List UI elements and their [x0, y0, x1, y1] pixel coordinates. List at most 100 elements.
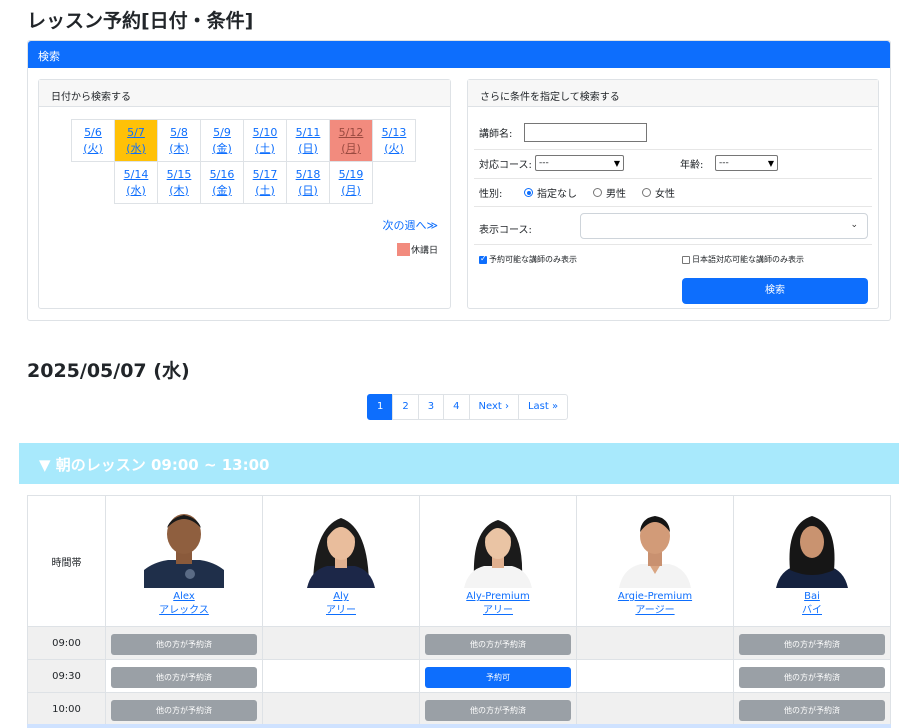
- teacher-photo-argie-premium[interactable]: [615, 508, 695, 588]
- calendar-day-weekday: (木): [169, 183, 189, 197]
- calendar-day-cell[interactable]: 5/14 (水): [114, 161, 158, 204]
- calendar-day-cell[interactable]: 5/16 (金): [200, 161, 244, 204]
- page-link-3[interactable]: 3: [417, 394, 445, 420]
- only-available-checkbox[interactable]: 予約可能な講師のみ表示: [479, 254, 577, 265]
- calendar-day-cell[interactable]: 5/10 (土): [243, 119, 287, 162]
- divider: [474, 149, 872, 150]
- display-course-label: 表示コース:: [479, 225, 532, 236]
- page-link-2[interactable]: 2: [392, 394, 419, 420]
- chevron-down-icon: ⌄: [850, 220, 858, 230]
- calendar-day-link[interactable]: 5/11 (日): [296, 125, 321, 157]
- calendar-day-link[interactable]: 5/18 (日): [296, 167, 321, 199]
- calendar-day-link[interactable]: 5/13 (火): [382, 125, 407, 157]
- teacher-name-link[interactable]: Bai: [734, 590, 890, 604]
- teacher-name-link[interactable]: Aly: [263, 590, 419, 604]
- page-next-link[interactable]: Next ›: [468, 394, 519, 420]
- chevron-down-icon: ▼: [767, 158, 774, 168]
- teacher-kana-link[interactable]: アリー: [420, 604, 576, 618]
- next-row-strip: [27, 724, 891, 728]
- search-card: 検索 日付から検索する 5/6 (火) 5/7 (水) 5/8 (木) 5/9 (金) 5/10…: [27, 40, 891, 321]
- divider: [474, 178, 872, 179]
- time-slot-label: 09:00: [27, 626, 106, 660]
- display-course-select[interactable]: ⌄: [580, 213, 868, 239]
- radio-icon[interactable]: [593, 188, 602, 197]
- reserve-slot-button[interactable]: 予約可: [425, 666, 571, 688]
- page-link-1[interactable]: 1: [367, 394, 394, 420]
- morning-session-banner[interactable]: ▼ 朝のレッスン 09:00 ~ 13:00: [19, 443, 899, 484]
- teacher-name-input[interactable]: [524, 123, 647, 142]
- next-week-link[interactable]: 次の週へ≫: [382, 217, 438, 233]
- calendar-day-date: 5/11: [295, 125, 321, 139]
- checkbox-icon[interactable]: [682, 255, 690, 264]
- page-link-4[interactable]: 4: [443, 394, 470, 420]
- calendar-day-link[interactable]: 5/17 (土): [253, 167, 278, 199]
- teacher-photo-aly-premium[interactable]: [458, 508, 538, 588]
- page-last-link[interactable]: Last »: [517, 394, 569, 420]
- calendar-day-cell[interactable]: 5/19 (月): [329, 161, 373, 204]
- time-slot-header: 時間帯: [27, 495, 106, 627]
- teacher-header-aly: Aly アリー: [262, 495, 420, 627]
- time-slot-row: 09:30 他の方が予約済 予約可 他の方が予約済: [27, 659, 891, 693]
- calendar-day-cell[interactable]: 5/15 (木): [157, 161, 201, 204]
- calendar-day-link[interactable]: 5/12 (月): [339, 125, 364, 157]
- calendar-day-link[interactable]: 5/15 (木): [167, 167, 192, 199]
- calendar-day-cell[interactable]: 5/9 (金): [200, 119, 244, 162]
- calendar-day-cell[interactable]: 5/18 (日): [286, 161, 330, 204]
- radio-icon[interactable]: [642, 188, 651, 197]
- calendar-day-cell[interactable]: 5/6 (火): [71, 119, 115, 162]
- search-card-header: 検索: [28, 41, 890, 68]
- calendar-day-cell[interactable]: 5/13 (火): [372, 119, 416, 162]
- teacher-header-alex: Alex アレックス: [105, 495, 263, 627]
- checkbox-checked-icon[interactable]: [479, 254, 487, 264]
- calendar-day-link[interactable]: 5/9 (金): [212, 125, 232, 157]
- calendar-day-weekday: (木): [169, 141, 189, 155]
- lesson-slot-cell: 他の方が予約済: [733, 692, 891, 726]
- gender-radio-none[interactable]: 指定なし: [524, 185, 577, 200]
- calendar-day-link[interactable]: 5/8 (木): [169, 125, 189, 157]
- teacher-kana-link[interactable]: バイ: [734, 604, 890, 618]
- course-label: 対応コース:: [479, 159, 532, 171]
- lesson-slot-cell: [576, 659, 734, 693]
- calendar-day-date: 5/15: [166, 167, 192, 181]
- teacher-header-argie-premium: Argie-Premium アージー: [576, 495, 734, 627]
- calendar-day-link[interactable]: 5/6 (火): [83, 125, 103, 157]
- search-button[interactable]: 検索: [682, 278, 868, 304]
- calendar-day-cell[interactable]: 5/17 (土): [243, 161, 287, 204]
- teacher-kana-link[interactable]: アリー: [263, 604, 419, 618]
- page-title: レッスン予約[日付・条件]: [27, 10, 254, 32]
- holiday-legend: 休講日: [396, 243, 438, 256]
- radio-checked-icon[interactable]: [524, 188, 533, 197]
- time-slot-row: 10:00 他の方が予約済 他の方が予約済 他の方が予約済: [27, 692, 891, 726]
- calendar-day-weekday: (土): [255, 183, 275, 197]
- gender-radio-male[interactable]: 男性: [593, 185, 626, 200]
- age-label: 年齢:: [680, 159, 704, 171]
- calendar-day-date: 5/12: [338, 125, 364, 139]
- calendar-day-link[interactable]: 5/10 (土): [253, 125, 278, 157]
- calendar-day-date: 5/8: [170, 125, 188, 139]
- teacher-name-link[interactable]: Alex: [106, 590, 262, 604]
- calendar-day-cell[interactable]: 5/12 (月): [329, 119, 373, 162]
- teacher-kana-link[interactable]: アージー: [577, 604, 733, 618]
- calendar-day-cell[interactable]: 5/8 (木): [157, 119, 201, 162]
- calendar-day-date: 5/13: [381, 125, 407, 139]
- teacher-name-link[interactable]: Argie-Premium: [577, 590, 733, 604]
- teacher-photo-alex[interactable]: [144, 508, 224, 588]
- calendar-day-link[interactable]: 5/7 (水): [126, 125, 146, 157]
- teacher-name-link[interactable]: Aly-Premium: [420, 590, 576, 604]
- calendar-day-link[interactable]: 5/19 (月): [339, 167, 364, 199]
- only-japanese-checkbox[interactable]: 日本語対応可能な講師のみ表示: [682, 254, 804, 265]
- course-select[interactable]: --- ▼: [535, 155, 624, 171]
- teacher-photo-aly[interactable]: [301, 508, 381, 588]
- lesson-slot-cell: 他の方が予約済: [733, 659, 891, 693]
- teacher-photo-bai[interactable]: [772, 508, 852, 588]
- booked-slot-button: 他の方が予約済: [111, 666, 257, 688]
- teacher-kana-link[interactable]: アレックス: [106, 604, 262, 618]
- calendar-day-cell[interactable]: 5/7 (水): [114, 119, 158, 162]
- booked-slot-button: 他の方が予約済: [425, 633, 571, 655]
- calendar-day-link[interactable]: 5/16 (金): [210, 167, 235, 199]
- calendar-day-link[interactable]: 5/14 (水): [124, 167, 149, 199]
- lesson-slot-cell: 予約可: [419, 659, 577, 693]
- calendar-day-cell[interactable]: 5/11 (日): [286, 119, 330, 162]
- gender-radio-female[interactable]: 女性: [642, 185, 675, 200]
- age-select[interactable]: --- ▼: [715, 155, 778, 171]
